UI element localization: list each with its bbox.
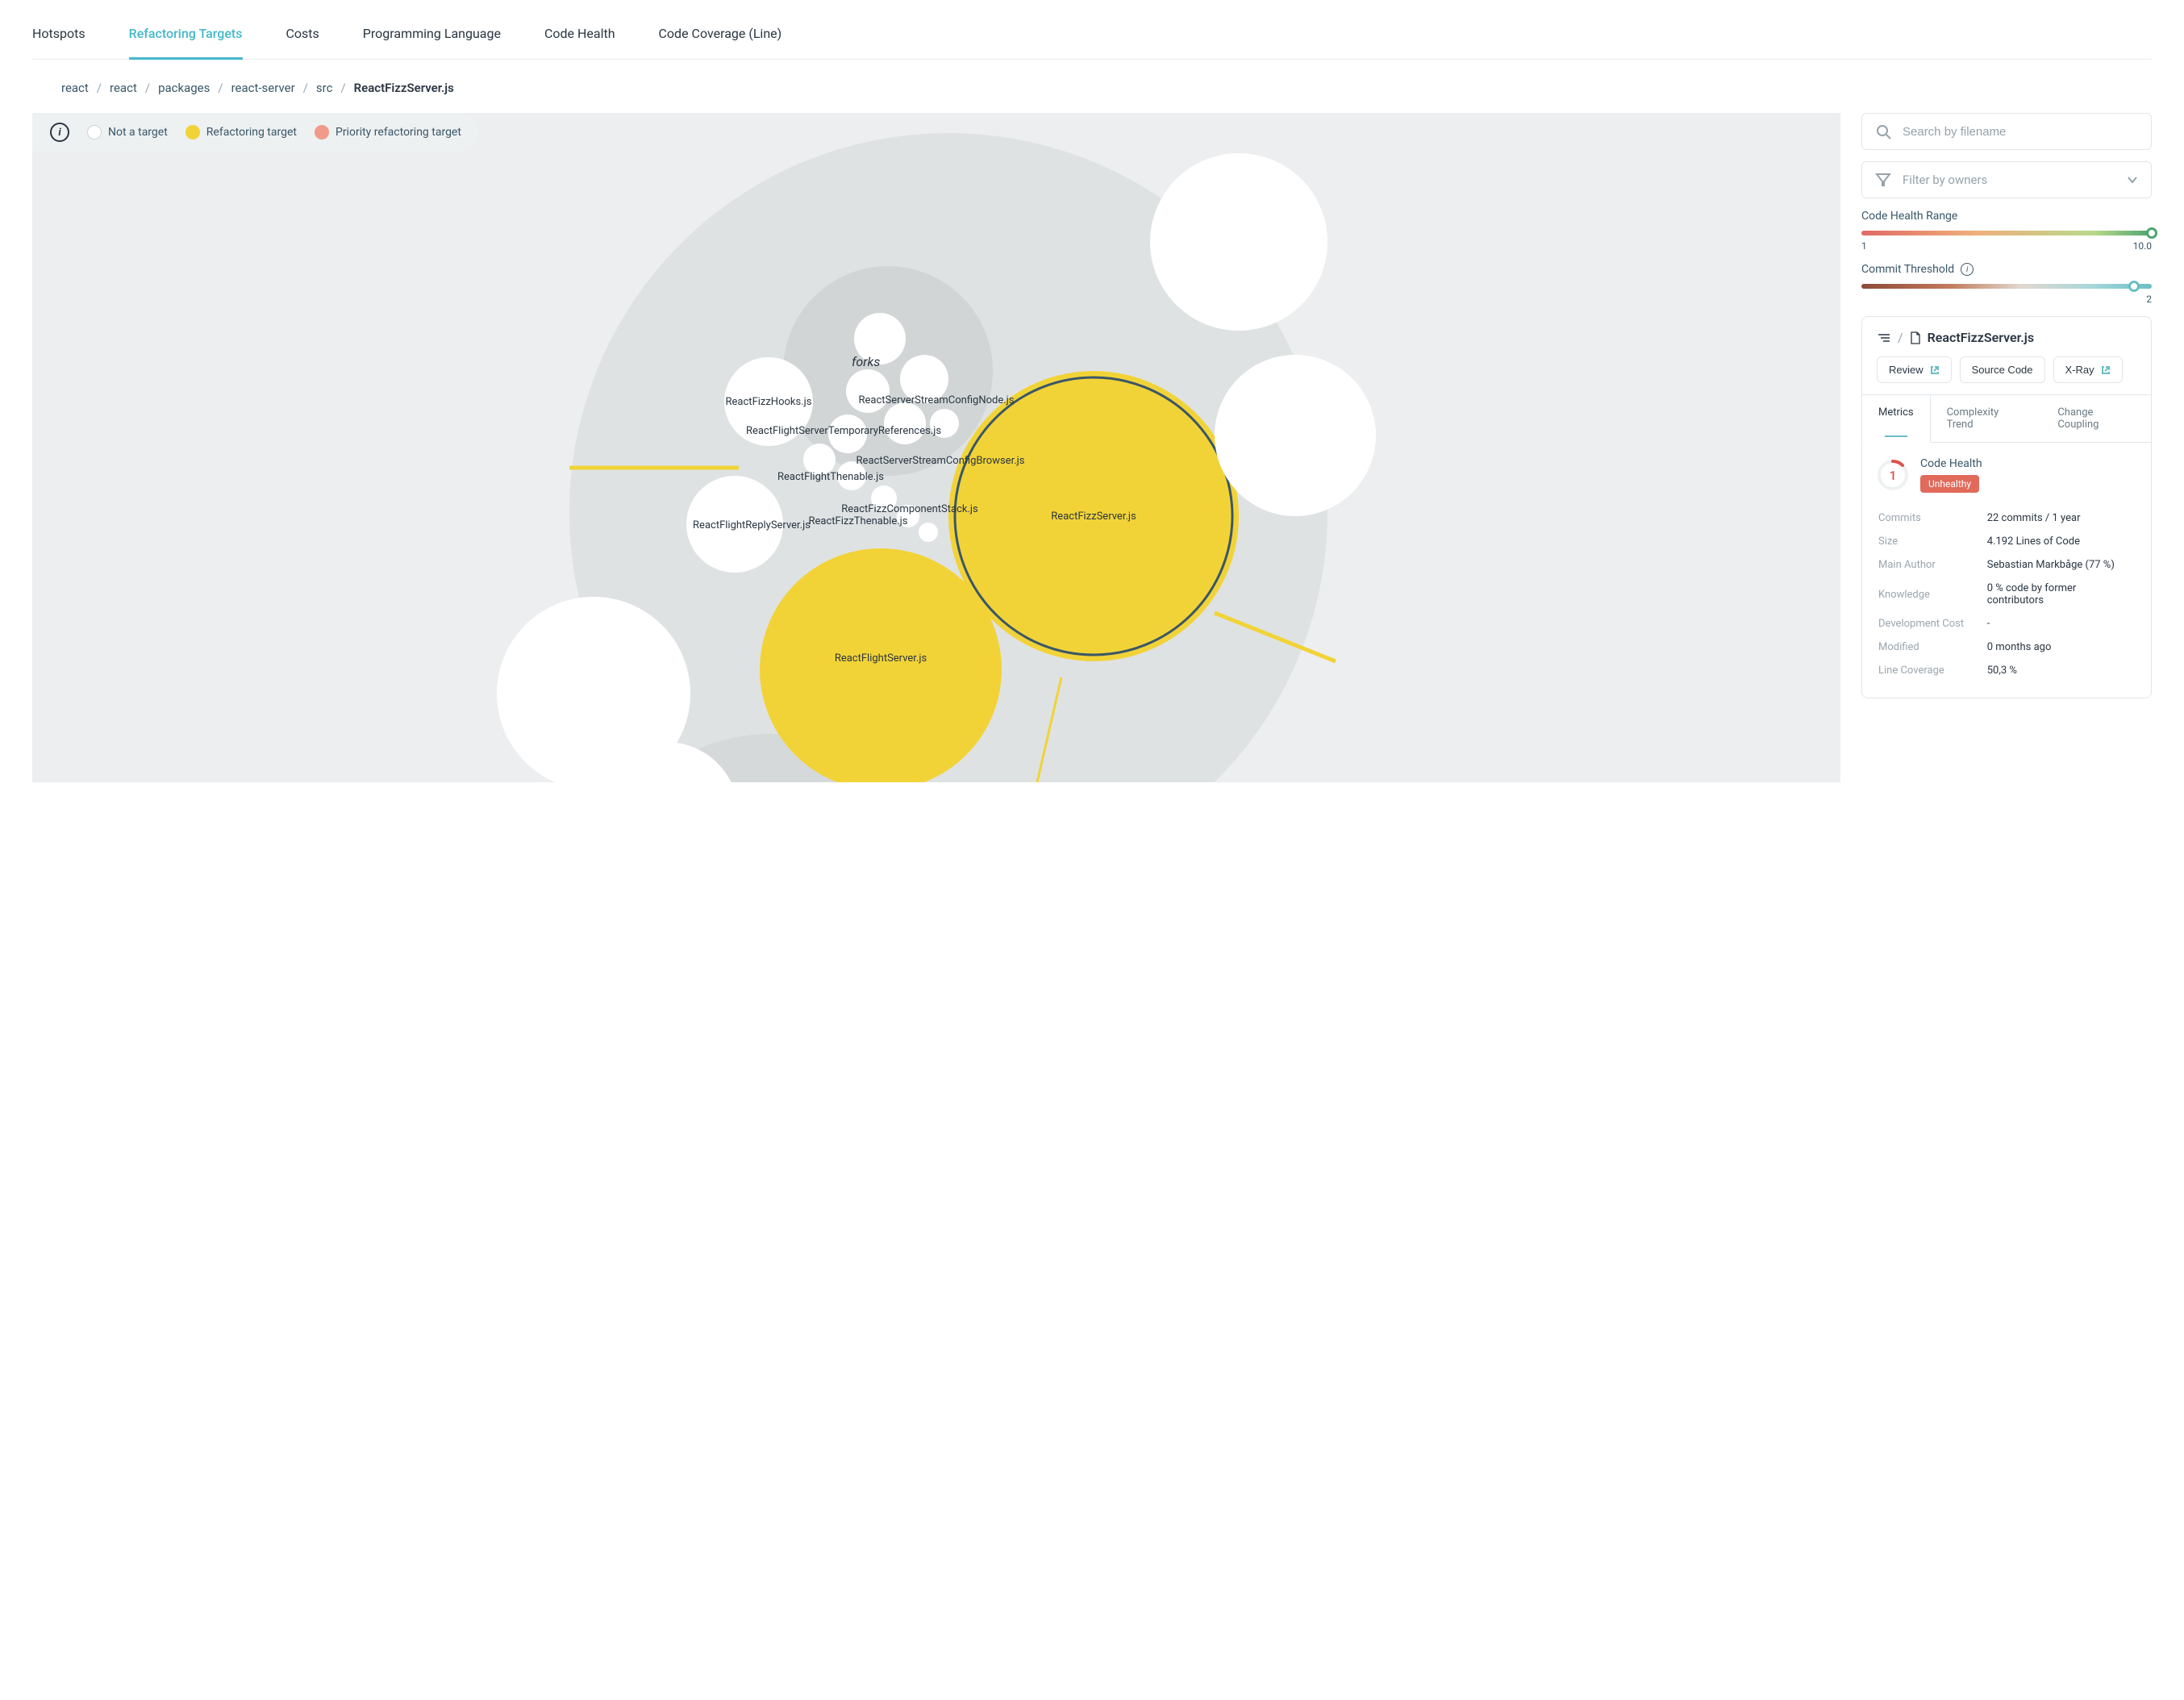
label-streamnode: ReactServerStreamConfigNode.js (858, 394, 1014, 406)
bubble-reactflightserver[interactable]: ReactFlightServer.js (760, 548, 1002, 782)
legend-not-target-label: Not a target (108, 126, 168, 139)
health-title: Code Health (1920, 457, 1982, 470)
health-slider-label: Code Health Range (1861, 210, 2152, 223)
breadcrumb-sep: / (97, 81, 102, 95)
external-link-icon (1930, 365, 1940, 375)
crumb-src[interactable]: src (316, 81, 333, 95)
health-score-value: 1 (1877, 459, 1909, 491)
health-slider-handle[interactable] (2146, 227, 2157, 239)
metric-row-knowledge: Knowledge 0 % code by former contributor… (1878, 577, 2135, 611)
bubble-partial[interactable] (1215, 355, 1376, 516)
breadcrumb-sep: / (218, 81, 223, 95)
health-badge: Unhealthy (1920, 475, 1979, 493)
commit-slider-value: 2 (2146, 294, 2152, 305)
xray-button[interactable]: X-Ray (2053, 356, 2123, 383)
label-temprefs: ReactFlightServerTemporaryReferences.js (746, 425, 941, 437)
bubble-partial[interactable] (1150, 153, 1327, 331)
external-link-icon (2101, 365, 2111, 375)
dot-white-icon (87, 125, 102, 140)
crumb-current-file: ReactFizzServer.js (354, 81, 454, 95)
metric-row-author: Main Author Sebastian Markbåge (77 %) (1878, 554, 2135, 576)
health-slider-max: 10.0 (2133, 240, 2152, 252)
legend-not-target: Not a target (87, 125, 168, 140)
label-componentstack: ReactFizzComponentStack.js (841, 503, 978, 515)
legend-refactoring-target-label: Refactoring target (206, 126, 297, 139)
subtab-change-coupling[interactable]: Change Coupling (2041, 395, 2151, 442)
search-icon (1875, 123, 1891, 140)
crumb-react[interactable]: react (110, 81, 137, 95)
tab-costs[interactable]: Costs (286, 26, 319, 59)
metric-row-coverage: Line Coverage 50,3 % (1878, 660, 2135, 681)
detail-subtabs: Metrics Complexity Trend Change Coupling (1862, 394, 2151, 443)
subtab-metrics[interactable]: Metrics (1861, 395, 1931, 443)
dot-yellow-icon (185, 125, 200, 140)
health-slider-min: 1 (1861, 240, 1867, 252)
breadcrumb-sep: / (340, 81, 345, 95)
metric-row-modified: Modified 0 months ago (1878, 636, 2135, 658)
metric-row-size: Size 4.192 Lines of Code (1878, 531, 2135, 552)
tab-refactoring-targets[interactable]: Refactoring Targets (129, 26, 243, 59)
crumb-packages[interactable]: packages (158, 81, 210, 95)
detail-filename: ReactFizzServer.js (1928, 330, 2034, 345)
subtab-complexity-trend[interactable]: Complexity Trend (1931, 395, 2042, 442)
commit-slider-track[interactable] (1861, 284, 2152, 289)
commit-slider-label: Commit Threshold (1861, 263, 1954, 276)
label-streambrowser: ReactServerStreamConfigBrowser.js (857, 455, 1025, 467)
bubble-viz[interactable]: ReactFizzServer.js ReactFlightServer.js … (32, 113, 1840, 782)
dot-salmon-icon (315, 125, 329, 140)
svg-text:ReactFizzServer.js: ReactFizzServer.js (1051, 510, 1136, 523)
info-icon[interactable]: i (1961, 263, 1974, 276)
info-icon[interactable]: i (50, 123, 69, 142)
legend-priority-target-label: Priority refactoring target (336, 126, 461, 139)
review-button[interactable]: Review (1877, 356, 1952, 383)
tree-icon[interactable] (1877, 332, 1891, 344)
filter-box[interactable]: Filter by owners (1861, 161, 2152, 198)
tab-hotspots[interactable]: Hotspots (32, 26, 85, 59)
metrics-table: Commits 22 commits / 1 year Size 4.192 L… (1877, 506, 2136, 683)
crumb-react-server[interactable]: react-server (231, 81, 295, 95)
crumb-react-root[interactable]: react (61, 81, 89, 95)
breadcrumb-sep: / (303, 81, 308, 95)
primary-tabs: Hotspots Refactoring Targets Costs Progr… (32, 8, 2152, 60)
label-flightthenable: ReactFlightThenable.js (777, 471, 884, 483)
source-code-button[interactable]: Source Code (1960, 356, 2045, 383)
search-input[interactable] (1903, 125, 2138, 139)
region-forks-label: forks (852, 354, 880, 369)
legend: i Not a target Refactoring target Priori… (32, 113, 479, 152)
breadcrumb-sep: / (145, 81, 150, 95)
code-health-slider: Code Health Range 1 10.0 (1861, 210, 2152, 252)
tab-code-coverage[interactable]: Code Coverage (Line) (659, 26, 782, 59)
commit-threshold-slider: Commit Threshold i 2 (1861, 263, 2152, 305)
commit-slider-handle[interactable] (2128, 281, 2140, 292)
file-icon (1910, 331, 1921, 344)
title-slash: / (1898, 330, 1903, 345)
svg-text:ReactFlightReplyServer.js: ReactFlightReplyServer.js (693, 519, 811, 531)
breadcrumb: react / react / packages / react-server … (32, 60, 2152, 113)
filter-icon (1875, 172, 1891, 188)
filter-placeholder: Filter by owners (1903, 173, 1987, 187)
bubble-reactfizzserver[interactable]: ReactFizzServer.js (948, 371, 1239, 661)
health-slider-track[interactable] (1861, 231, 2152, 235)
tab-code-health[interactable]: Code Health (544, 26, 615, 59)
chevron-down-icon (2127, 174, 2138, 185)
label-fizzthenable: ReactFizzThenable.js (809, 515, 908, 527)
metric-row-devcost: Development Cost - (1878, 613, 2135, 635)
legend-refactoring-target: Refactoring target (185, 125, 297, 140)
tab-programming-language[interactable]: Programming Language (363, 26, 501, 59)
metric-row-commits: Commits 22 commits / 1 year (1878, 507, 2135, 529)
file-detail-panel: / ReactFizzServer.js Review Source Code (1861, 316, 2152, 698)
svg-text:ReactFizzHooks.js: ReactFizzHooks.js (726, 396, 812, 408)
svg-text:ReactFlightServer.js: ReactFlightServer.js (835, 652, 927, 665)
legend-priority-target: Priority refactoring target (315, 125, 461, 140)
search-box[interactable] (1861, 113, 2152, 150)
health-score-gauge: 1 (1877, 459, 1909, 491)
